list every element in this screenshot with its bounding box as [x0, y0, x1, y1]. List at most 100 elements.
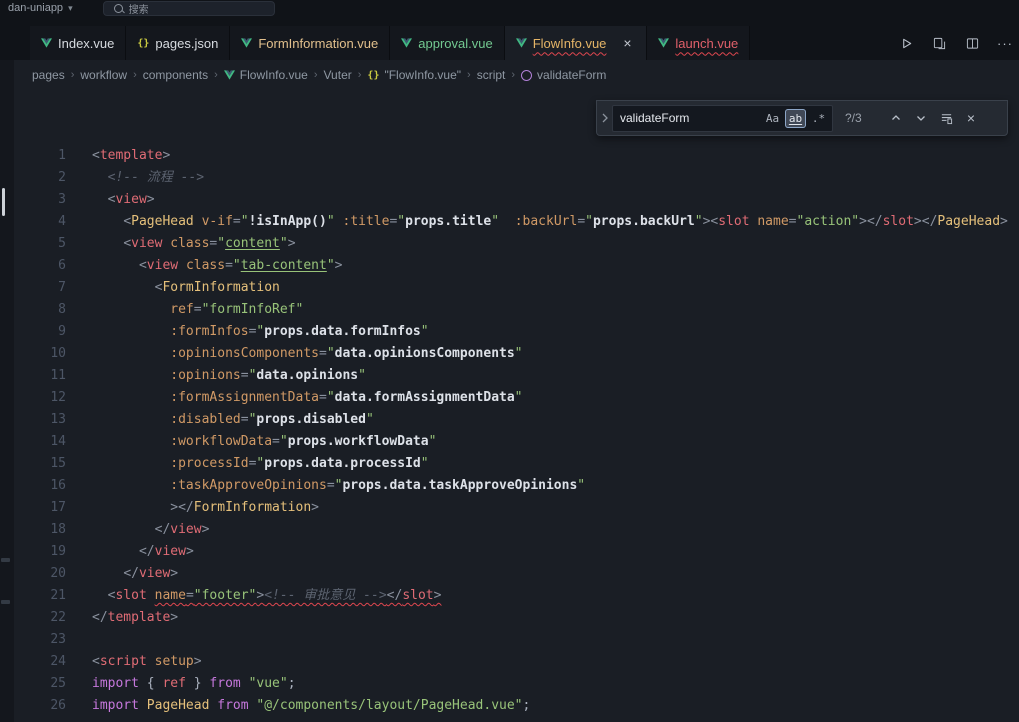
breadcrumb-item-script[interactable]: script [477, 68, 506, 82]
line-number[interactable]: 24 [14, 651, 66, 673]
line-number[interactable]: 19 [14, 541, 66, 563]
line-number[interactable]: 5 [14, 233, 66, 255]
code-line[interactable]: 16 :taskApproveOpinions="props.data.task… [14, 475, 1019, 497]
line-number[interactable]: 21 [14, 585, 66, 607]
line-number[interactable]: 16 [14, 475, 66, 497]
line-number[interactable]: 17 [14, 497, 66, 519]
code-line[interactable]: 21 <slot name="footer"><!-- 审批意见 --></sl… [14, 585, 1019, 607]
code-editor[interactable]: 1<template>2 <!-- 流程 -->3 <view>4 <PageH… [14, 145, 1019, 722]
line-number[interactable]: 13 [14, 409, 66, 431]
line-number[interactable]: 25 [14, 673, 66, 695]
line-number[interactable]: 7 [14, 277, 66, 299]
tab-approval-vue[interactable]: approval.vue [390, 26, 504, 60]
find-options: Aa ab .* [762, 109, 829, 128]
code-text: :formAssignmentData="data.formAssignment… [92, 387, 523, 409]
code-line[interactable]: 3 <view> [14, 189, 1019, 211]
split-editor-button[interactable] [962, 33, 982, 53]
close-tab-icon[interactable]: × [619, 35, 635, 51]
line-number[interactable]: 8 [14, 299, 66, 321]
breadcrumb-item-vuter[interactable]: Vuter [324, 68, 352, 82]
code-line[interactable]: 1<template> [14, 145, 1019, 167]
line-number[interactable]: 4 [14, 211, 66, 233]
global-search[interactable]: 搜索 [103, 1, 275, 16]
whole-word-button[interactable]: ab [785, 109, 806, 128]
line-number[interactable]: 15 [14, 453, 66, 475]
line-number[interactable]: 9 [14, 321, 66, 343]
breadcrumb-item-pages[interactable]: pages [32, 68, 65, 82]
line-number[interactable]: 23 [14, 629, 66, 651]
breadcrumb-item-flowinfo-vue[interactable]: {}"FlowInfo.vue" [367, 68, 461, 82]
breadcrumb-label: components [143, 68, 208, 82]
tab-index-vue[interactable]: Index.vue [30, 26, 126, 60]
code-line[interactable]: 10 :opinionsComponents="data.opinionsCom… [14, 343, 1019, 365]
tab-label: pages.json [155, 36, 218, 51]
code-line[interactable]: 25import { ref } from "vue"; [14, 673, 1019, 695]
code-line[interactable]: 8 ref="formInfoRef" [14, 299, 1019, 321]
find-in-selection-button[interactable] [936, 108, 956, 128]
tab-flowinfo-vue[interactable]: FlowInfo.vue× [505, 26, 648, 60]
line-number[interactable]: 26 [14, 695, 66, 717]
breadcrumb-item-workflow[interactable]: workflow [80, 68, 127, 82]
code-line[interactable]: 23 [14, 629, 1019, 651]
code-line[interactable]: 24<script setup> [14, 651, 1019, 673]
code-line[interactable]: 19 </view> [14, 541, 1019, 563]
code-line[interactable]: 20 </view> [14, 563, 1019, 585]
breadcrumb-label: script [477, 68, 506, 82]
breadcrumb-item-components[interactable]: components [143, 68, 208, 82]
line-number[interactable]: 1 [14, 145, 66, 167]
match-case-button[interactable]: Aa [762, 109, 783, 128]
code-line[interactable]: 11 :opinions="data.opinions" [14, 365, 1019, 387]
tab-pages-json[interactable]: {}pages.json [126, 26, 230, 60]
sidebar-scrollbar[interactable] [2, 188, 5, 216]
line-number[interactable]: 12 [14, 387, 66, 409]
more-actions-button[interactable]: ··· [995, 33, 1015, 53]
project-name: dan-uniapp [8, 2, 63, 14]
code-text: ></FormInformation> [92, 497, 319, 519]
toggle-replace-button[interactable] [597, 101, 612, 135]
tab-forminformation-vue[interactable]: FormInformation.vue [230, 26, 390, 60]
code-line[interactable]: 26import PageHead from "@/components/lay… [14, 695, 1019, 717]
code-line[interactable]: 4 <PageHead v-if="!isInApp()" :title="pr… [14, 211, 1019, 233]
open-changes-button[interactable] [929, 33, 949, 53]
code-text: </view> [92, 541, 194, 563]
code-line[interactable]: 5 <view class="content"> [14, 233, 1019, 255]
project-menu[interactable]: dan-uniapp ▾ [0, 2, 73, 14]
find-input[interactable]: validateForm Aa ab .* [612, 105, 833, 132]
line-number[interactable]: 11 [14, 365, 66, 387]
line-number[interactable]: 3 [14, 189, 66, 211]
find-previous-button[interactable] [886, 108, 906, 128]
tab-launch-vue[interactable]: launch.vue [647, 26, 750, 60]
code-line[interactable]: 6 <view class="tab-content"> [14, 255, 1019, 277]
code-line[interactable]: 2 <!-- 流程 --> [14, 167, 1019, 189]
find-query[interactable]: validateForm [620, 111, 762, 125]
close-find-button[interactable]: × [961, 108, 981, 128]
code-line[interactable]: 17 ></FormInformation> [14, 497, 1019, 519]
method-icon [521, 70, 532, 81]
code-line[interactable]: 9 :formInfos="props.data.formInfos" [14, 321, 1019, 343]
code-line[interactable]: 13 :disabled="props.disabled" [14, 409, 1019, 431]
regex-button[interactable]: .* [808, 109, 829, 128]
line-number[interactable]: 14 [14, 431, 66, 453]
code-lines: 1<template>2 <!-- 流程 -->3 <view>4 <PageH… [14, 145, 1019, 717]
breadcrumb-item-validateform[interactable]: validateForm [521, 68, 606, 82]
code-line[interactable]: 14 :workflowData="props.workflowData" [14, 431, 1019, 453]
code-line[interactable]: 15 :processId="props.data.processId" [14, 453, 1019, 475]
line-number[interactable]: 6 [14, 255, 66, 277]
code-text: :opinions="data.opinions" [92, 365, 366, 387]
find-next-button[interactable] [911, 108, 931, 128]
line-number[interactable]: 2 [14, 167, 66, 189]
code-line[interactable]: 22</template> [14, 607, 1019, 629]
line-number[interactable]: 18 [14, 519, 66, 541]
run-button[interactable] [896, 33, 916, 53]
code-line[interactable]: 7 <FormInformation [14, 277, 1019, 299]
tab-label: Index.vue [58, 36, 114, 51]
code-line[interactable]: 12 :formAssignmentData="data.formAssignm… [14, 387, 1019, 409]
code-line[interactable]: 18 </view> [14, 519, 1019, 541]
line-number[interactable]: 10 [14, 343, 66, 365]
tab-bar: Index.vue {}pages.jsonFormInformation.vue… [0, 16, 1019, 60]
line-number[interactable]: 20 [14, 563, 66, 585]
line-number[interactable]: 22 [14, 607, 66, 629]
find-match-count: ?/3 [845, 111, 881, 125]
vue-icon [658, 38, 669, 48]
breadcrumb-item-flowinfo-vue[interactable]: FlowInfo.vue [224, 68, 308, 82]
